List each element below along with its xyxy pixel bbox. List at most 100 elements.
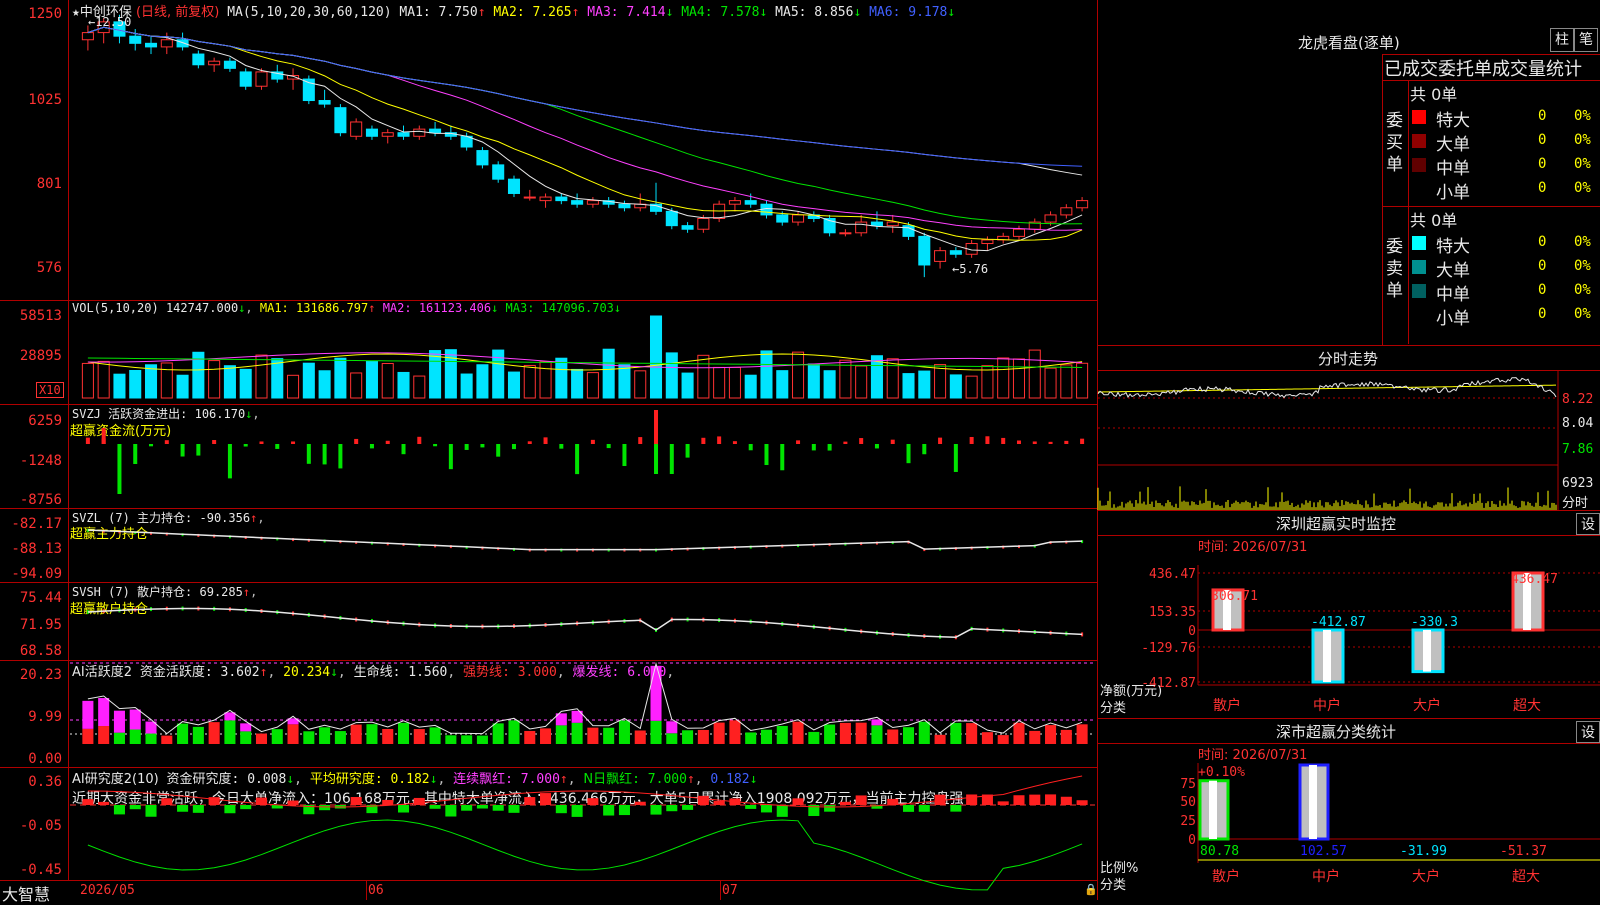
- activity-bar: [697, 729, 709, 744]
- volume-bar: [397, 371, 410, 399]
- activity-bar: [603, 727, 615, 744]
- ma-line: [87, 26, 1083, 167]
- research-bar: [98, 801, 110, 805]
- ai-activity-chart[interactable]: [0, 660, 1098, 767]
- flow-bar: [1064, 440, 1069, 444]
- flow-bar: [196, 444, 201, 456]
- retail-holding-chart[interactable]: [0, 582, 1098, 660]
- activity-bar: [555, 725, 567, 744]
- flow-bar: [906, 444, 911, 464]
- activity-bar-peak: [98, 698, 110, 727]
- order-type-label: 小单: [1436, 309, 1470, 329]
- volume-bar: [539, 361, 552, 399]
- activity-bar: [98, 726, 110, 744]
- volume-bar: [728, 366, 741, 399]
- flow-bar: [338, 444, 343, 469]
- candle: [334, 107, 347, 134]
- volume-bar: [681, 372, 694, 399]
- research-bar: [82, 799, 94, 805]
- monitor-bar-shine: [1323, 630, 1331, 682]
- activity-bar: [918, 721, 930, 744]
- fund-flow-chart[interactable]: [0, 404, 1098, 508]
- intraday-price-line: [1097, 377, 1557, 399]
- order-count: 0: [1538, 156, 1547, 172]
- brand-label: 大智慧: [2, 885, 51, 904]
- flow-bar: [464, 444, 469, 450]
- candle: [176, 39, 189, 48]
- candle: [792, 214, 805, 223]
- lock-icon[interactable]: 🔒: [1084, 883, 1098, 896]
- volume-bar: [586, 372, 599, 399]
- flow-bar: [1032, 441, 1037, 444]
- research-line: [87, 775, 1083, 808]
- ai-research-chart[interactable]: [0, 767, 1098, 891]
- research-bar: [461, 805, 473, 811]
- candlestick-chart[interactable]: [0, 0, 1098, 300]
- activity-bar: [1045, 725, 1057, 744]
- intraday-tick: 6923: [1562, 476, 1594, 491]
- flow-bar: [448, 444, 453, 470]
- order-pct: 0%: [1574, 132, 1591, 148]
- flow-bar: [417, 436, 422, 444]
- research-bar: [555, 805, 567, 814]
- research-bar: [776, 805, 788, 817]
- column-view-button[interactable]: 柱: [1550, 28, 1574, 52]
- activity-bar: [113, 732, 125, 744]
- activity-bar: [129, 729, 141, 744]
- candle: [160, 39, 173, 48]
- sell-total: 共 0单: [1410, 211, 1458, 230]
- candle: [918, 235, 931, 266]
- class-settings-button[interactable]: 设: [1576, 721, 1600, 743]
- research-bar: [1060, 796, 1072, 805]
- activity-bar: [682, 730, 694, 744]
- activity-bar: [634, 730, 646, 744]
- candle: [1012, 228, 1026, 237]
- flow-bar: [764, 444, 769, 466]
- candle: [776, 214, 789, 223]
- class-bar-shine: [1209, 780, 1217, 839]
- color-swatch: [1412, 260, 1426, 274]
- class-stats-chart[interactable]: 75 50 25 0 +0.10% 80.78 散户 102.57 中户 -31.99 大户 -51.…: [1098, 743, 1600, 900]
- flow-bar: [922, 444, 927, 455]
- color-swatch: [1412, 158, 1426, 172]
- class-category: 散户: [1212, 868, 1240, 885]
- candle: [555, 196, 568, 202]
- order-count: 0: [1538, 306, 1547, 322]
- monitor-chart[interactable]: 436.47153.350-129.76-412.87306.71散户-412.…: [1098, 535, 1600, 720]
- volume-chart[interactable]: [0, 300, 1098, 404]
- activity-bar: [350, 724, 362, 744]
- color-swatch: [1412, 182, 1426, 196]
- activity-bar: [192, 726, 204, 744]
- class-value: -31.99: [1400, 844, 1447, 859]
- candle: [208, 60, 221, 66]
- activity-bar: [271, 729, 283, 744]
- flow-bar: [385, 440, 390, 444]
- volume-bar: [776, 370, 789, 399]
- flow-bar: [859, 438, 864, 444]
- flow-bar: [85, 437, 90, 444]
- research-bar: [224, 805, 236, 814]
- research-bar: [1029, 794, 1041, 805]
- monitor-tick: -129.76: [1141, 641, 1196, 656]
- flow-bar: [953, 444, 958, 472]
- flow-bar: [401, 444, 406, 455]
- flow-bar: [654, 444, 659, 474]
- monitor-settings-button[interactable]: 设: [1576, 513, 1600, 535]
- volume-bar: [949, 374, 962, 399]
- main-holding-chart[interactable]: [0, 508, 1098, 582]
- activity-bar: [145, 733, 157, 744]
- activity-bar: [871, 725, 883, 744]
- candle: [318, 100, 331, 105]
- tick-view-button[interactable]: 笔: [1574, 28, 1598, 52]
- volume-bar: [429, 350, 442, 399]
- x-tick: [366, 880, 367, 900]
- order-pct: 0%: [1574, 306, 1591, 322]
- research-bar: [492, 805, 504, 811]
- research-bar: [618, 805, 630, 816]
- flow-bar: [133, 444, 138, 464]
- intraday-chart[interactable]: [1097, 370, 1600, 510]
- candle: [681, 225, 694, 230]
- flow-bar: [511, 444, 516, 450]
- main-chart-area[interactable]: ★中创环保 (日线, 前复权) MA(5,10,20,30,60,120) MA…: [0, 0, 1098, 904]
- color-swatch: [1412, 236, 1426, 250]
